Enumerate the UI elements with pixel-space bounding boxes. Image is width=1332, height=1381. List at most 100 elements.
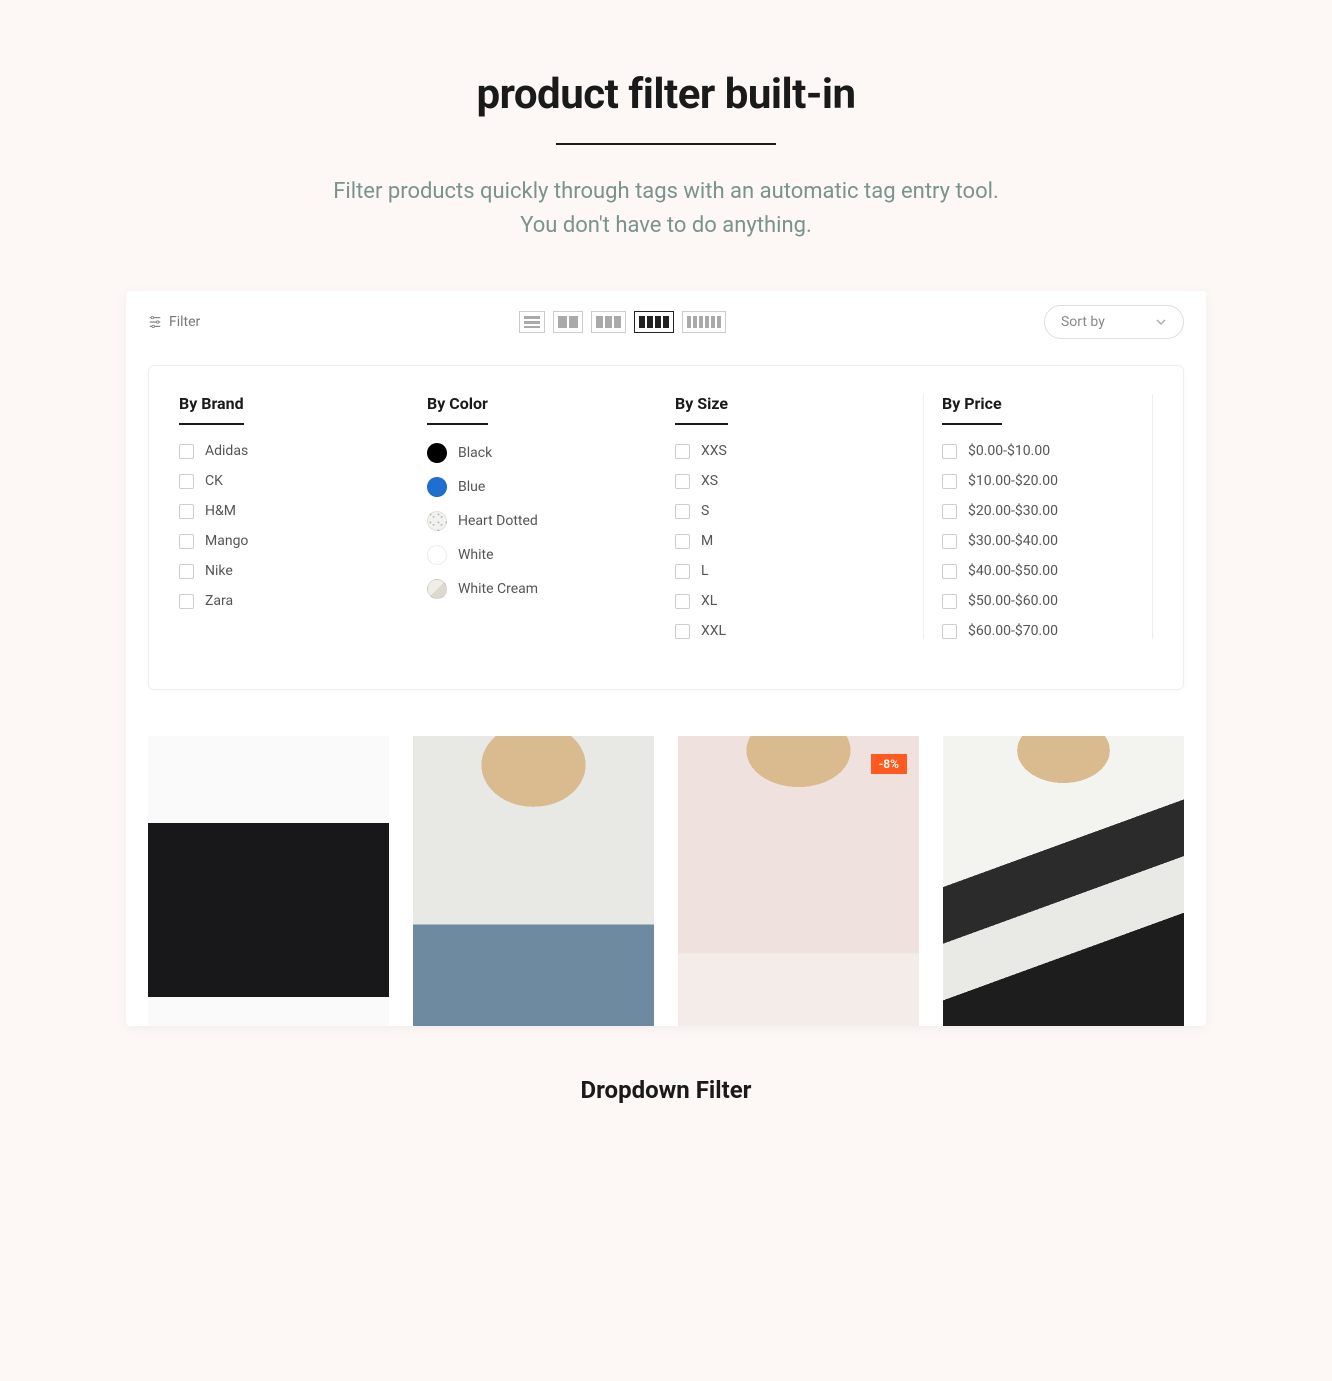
option-label: XXS: [701, 443, 727, 459]
checkbox-icon: [942, 504, 957, 519]
section-caption: Dropdown Filter: [126, 1076, 1206, 1104]
checkbox-icon: [179, 504, 194, 519]
checkbox-icon: [179, 534, 194, 549]
size-option[interactable]: XS: [675, 473, 905, 489]
checkbox-icon: [942, 594, 957, 609]
color-swatch-icon: [427, 545, 447, 565]
option-label: $60.00-$70.00: [968, 623, 1058, 639]
product-card[interactable]: -8%: [678, 736, 919, 1026]
option-label: $10.00-$20.00: [968, 473, 1058, 489]
color-option[interactable]: Blue: [427, 477, 657, 497]
option-label: Adidas: [205, 443, 248, 459]
view-4col-button[interactable]: [634, 311, 674, 333]
brand-option[interactable]: CK: [179, 473, 409, 489]
filter-price-column: By Price $0.00-$10.00 $10.00-$20.00 $20.…: [923, 394, 1153, 639]
filter-label: Filter: [169, 314, 200, 330]
checkbox-icon: [675, 444, 690, 459]
sort-label: Sort by: [1061, 314, 1105, 330]
chevron-down-icon: [1155, 316, 1167, 328]
option-label: Heart Dotted: [458, 513, 538, 529]
checkbox-icon: [179, 444, 194, 459]
option-label: Nike: [205, 563, 233, 579]
color-option[interactable]: Heart Dotted: [427, 511, 657, 531]
size-option[interactable]: S: [675, 503, 905, 519]
size-option[interactable]: XXL: [675, 623, 905, 639]
price-option[interactable]: $60.00-$70.00: [942, 623, 1146, 639]
option-label: Black: [458, 445, 492, 461]
filter-brand-title: By Brand: [179, 394, 244, 425]
size-option[interactable]: XXS: [675, 443, 905, 459]
option-label: Zara: [205, 593, 233, 609]
option-label: XL: [701, 593, 717, 609]
option-label: Mango: [205, 533, 248, 549]
option-label: CK: [205, 473, 223, 489]
color-option[interactable]: White: [427, 545, 657, 565]
size-option[interactable]: M: [675, 533, 905, 549]
checkbox-icon: [179, 474, 194, 489]
app-window: Filter Sort by By Brand Adidas CK H: [126, 291, 1206, 1026]
checkbox-icon: [675, 624, 690, 639]
view-3col-button[interactable]: [591, 311, 626, 333]
brand-option[interactable]: Mango: [179, 533, 409, 549]
filter-size-title: By Size: [675, 394, 728, 425]
color-swatch-icon: [427, 579, 447, 599]
price-option[interactable]: $0.00-$10.00: [942, 443, 1146, 459]
filter-panel: By Brand Adidas CK H&M Mango Nike Zara B…: [148, 365, 1184, 690]
view-2col-button[interactable]: [553, 311, 583, 333]
brand-option[interactable]: Adidas: [179, 443, 409, 459]
price-option[interactable]: $40.00-$50.00: [942, 563, 1146, 579]
view-6col-button[interactable]: [682, 311, 726, 333]
checkbox-icon: [179, 594, 194, 609]
brand-option[interactable]: H&M: [179, 503, 409, 519]
brand-option[interactable]: Nike: [179, 563, 409, 579]
price-option[interactable]: $50.00-$60.00: [942, 593, 1146, 609]
option-label: XXL: [701, 623, 726, 639]
size-option[interactable]: XL: [675, 593, 905, 609]
checkbox-icon: [675, 564, 690, 579]
sort-dropdown[interactable]: Sort by: [1044, 305, 1184, 339]
checkbox-icon: [675, 534, 690, 549]
filter-size-column: By Size XXS XS S M L XL XXL: [675, 394, 905, 639]
product-card[interactable]: [413, 736, 654, 1026]
price-option[interactable]: $30.00-$40.00: [942, 533, 1146, 549]
filter-toggle[interactable]: Filter: [148, 314, 200, 330]
product-card[interactable]: [943, 736, 1184, 1026]
color-option[interactable]: Black: [427, 443, 657, 463]
option-label: $30.00-$40.00: [968, 533, 1058, 549]
color-swatch-icon: [427, 511, 447, 531]
option-label: XS: [701, 473, 718, 489]
subtitle-line-2: You don't have to do anything.: [520, 213, 812, 238]
checkbox-icon: [942, 624, 957, 639]
option-label: H&M: [205, 503, 236, 519]
color-swatch-icon: [427, 477, 447, 497]
option-label: M: [701, 533, 713, 549]
checkbox-icon: [675, 594, 690, 609]
price-option[interactable]: $20.00-$30.00: [942, 503, 1146, 519]
product-grid: -8%: [126, 690, 1206, 1026]
checkbox-icon: [942, 534, 957, 549]
price-option[interactable]: $10.00-$20.00: [942, 473, 1146, 489]
subtitle-line-1: Filter products quickly through tags wit…: [333, 179, 999, 204]
option-label: White Cream: [458, 581, 538, 597]
color-swatch-icon: [427, 443, 447, 463]
option-label: S: [701, 503, 709, 519]
size-option[interactable]: L: [675, 563, 905, 579]
product-card[interactable]: [148, 736, 389, 1026]
option-label: $50.00-$60.00: [968, 593, 1058, 609]
filter-price-title: By Price: [942, 394, 1002, 425]
color-option[interactable]: White Cream: [427, 579, 657, 599]
option-label: $40.00-$50.00: [968, 563, 1058, 579]
view-list-button[interactable]: [519, 311, 545, 333]
filter-brand-column: By Brand Adidas CK H&M Mango Nike Zara: [179, 394, 409, 639]
checkbox-icon: [942, 444, 957, 459]
page-title: product filter built-in: [126, 70, 1206, 119]
checkbox-icon: [942, 564, 957, 579]
view-mode-group: [519, 311, 726, 333]
option-label: L: [701, 563, 709, 579]
brand-option[interactable]: Zara: [179, 593, 409, 609]
checkbox-icon: [179, 564, 194, 579]
page-subtitle: Filter products quickly through tags wit…: [126, 175, 1206, 243]
option-label: Blue: [458, 479, 485, 495]
option-label: $0.00-$10.00: [968, 443, 1050, 459]
checkbox-icon: [942, 474, 957, 489]
